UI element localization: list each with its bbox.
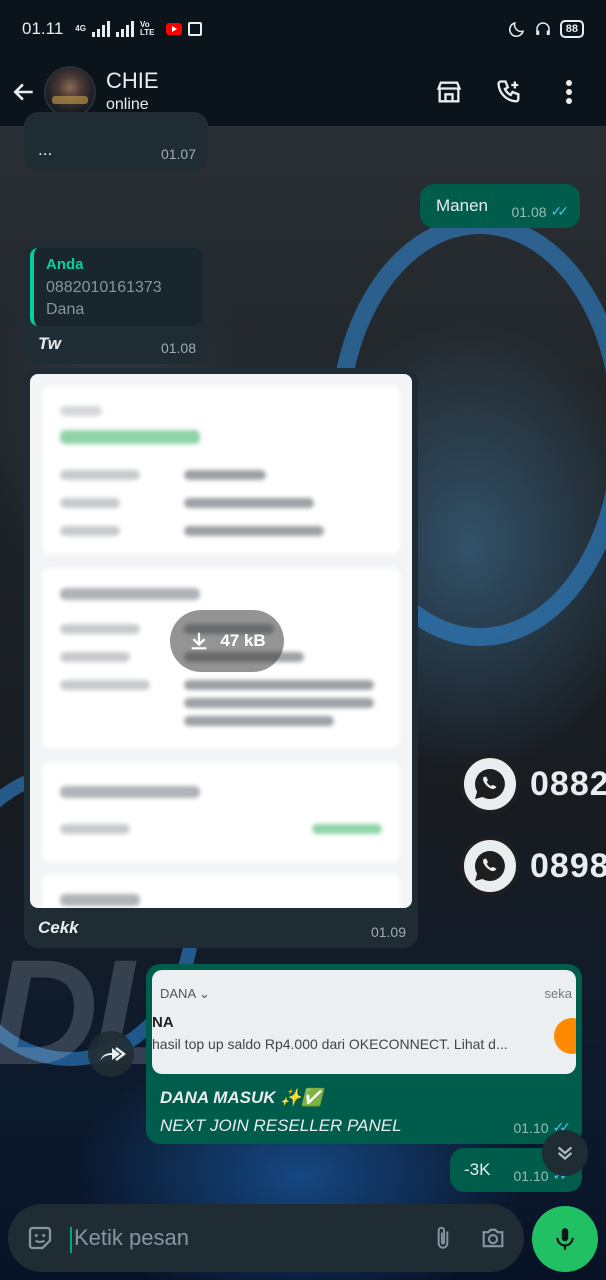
message-outgoing[interactable]: Manen 01.08 ✓✓ [420,184,580,228]
whatsapp-icon [460,836,520,896]
more-options-icon[interactable] [554,77,584,107]
message-time: 01.10 [513,1167,549,1184]
volte-label: Vo LTE [139,20,155,37]
message-composer: Ketik pesan [8,1204,524,1272]
double-chevron-down-icon [557,1146,573,1160]
attach-icon[interactable] [428,1223,458,1253]
message-meta: 01.08 ✓✓ [511,203,570,220]
network-type-label: 4G [75,24,86,33]
quoted-text: Dana [46,301,85,318]
forward-icon [100,1047,126,1061]
preview-text: hasil top up saldo Rp4.000 dari OKECONNE… [152,1036,508,1052]
status-time: 01.11 [22,19,64,38]
message-time: 01.07 [160,146,196,162]
image-thumbnail[interactable]: 47 kB [30,374,412,908]
message-meta: 01.07 [161,146,196,162]
download-button[interactable]: 47 kB [170,610,284,672]
microphone-icon [556,1228,574,1250]
preview-time: seka [544,986,572,1001]
preview-app-name: DANA ⌄ [160,986,210,1001]
wallpaper-phone-text: 0898 [530,846,606,885]
wallpaper-phone-text: 0882 [530,764,606,803]
read-receipt-icon: ✓✓ [550,203,570,219]
back-arrow-icon[interactable] [10,78,38,106]
message-text: NEXT JOIN RESELLER PANEL [160,1116,402,1135]
message-time: 01.08 [511,203,547,220]
message-meta: 01.08 [161,340,196,356]
forward-button[interactable] [88,1031,134,1077]
preview-title: NA [152,1014,174,1031]
message-input[interactable]: Ketik pesan [70,1225,408,1253]
message-incoming-reply[interactable]: Anda 0882010161373 Dana Tw 01.08 [24,242,208,364]
camera-icon[interactable] [478,1223,508,1253]
message-time: 01.08 [160,340,196,356]
whatsapp-icon [460,754,520,814]
message-incoming[interactable]: ... 01.07 [24,112,208,170]
quoted-message[interactable]: Anda 0882010161373 Dana [30,248,202,326]
notification-badge-icon [554,1018,576,1054]
blurred-card [42,762,400,862]
quoted-text: 0882010161373 [46,279,162,296]
message-meta: 01.09 [371,924,406,940]
scroll-to-bottom-button[interactable] [542,1130,588,1176]
download-icon [191,632,207,650]
gallery-icon [187,22,202,36]
message-text: DANA MASUK ✨✅ [160,1088,323,1107]
voice-record-button[interactable] [532,1206,598,1272]
image-caption: Cekk [38,918,79,937]
message-text: ... [38,140,53,159]
youtube-icon [165,23,182,35]
message-time: 01.10 [513,1119,549,1136]
signal-icon [115,21,134,37]
message-outgoing-preview[interactable]: DANA ⌄ seka NA hasil top up saldo Rp4.00… [146,964,582,1144]
avatar[interactable] [44,66,96,118]
emoji-sticker-icon[interactable] [24,1222,56,1254]
quoted-author: Anda [46,256,84,273]
contact-name: CHIE [106,68,159,93]
link-preview[interactable]: DANA ⌄ seka NA hasil top up saldo Rp4.00… [152,970,576,1074]
wallpaper-phone-2: 0898 [460,836,606,896]
battery-icon: 88 [559,20,584,38]
file-size: 47 kB [220,631,266,650]
blurred-card [42,386,400,554]
message-text: -3K [464,1160,491,1179]
message-time: 01.09 [370,924,406,940]
wallpaper-phone-1: 0882 [460,754,606,814]
moon-icon [508,21,524,37]
store-icon[interactable] [434,77,464,107]
status-bar: 01.11 4G Vo LTE 88 [0,0,606,58]
add-call-icon[interactable] [494,77,524,107]
message-text: Tw [38,334,61,353]
blurred-card [42,874,400,908]
headphones-icon [536,22,550,35]
message-text: Manen [436,196,488,215]
message-incoming-image[interactable]: 47 kB Cekk 01.09 [24,368,418,948]
signal-icon [91,21,110,37]
contact-info[interactable]: CHIE online [106,68,159,116]
